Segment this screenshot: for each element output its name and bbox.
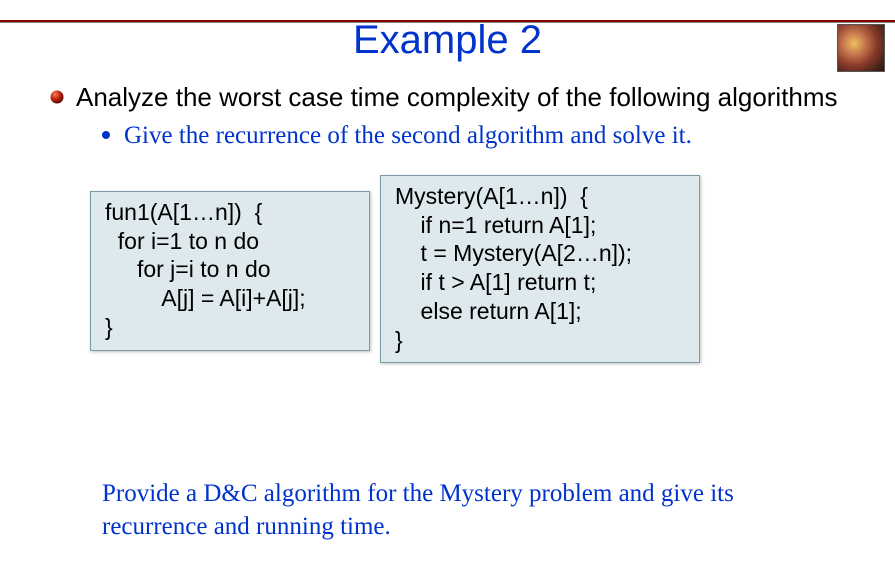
footer-instruction: Provide a D&C algorithm for the Mystery …	[102, 478, 842, 543]
slide-content: Analyze the worst case time complexity o…	[0, 63, 895, 385]
code-box-mystery: Mystery(A[1…n]) { if n=1 return A[1]; t …	[380, 175, 700, 364]
sphere-bullet-icon	[50, 90, 64, 104]
header-divider	[0, 20, 895, 22]
bullet-item-1: Analyze the worst case time complexity o…	[50, 81, 855, 114]
slide-title: Example 2	[0, 18, 895, 63]
sub-bullet-text-1: Give the recurrence of the second algori…	[124, 120, 692, 151]
disc-bullet-icon	[102, 131, 110, 139]
code-area: fun1(A[1…n]) { for i=1 to n do for j=i t…	[50, 175, 855, 385]
code-box-fun1: fun1(A[1…n]) { for i=1 to n do for j=i t…	[90, 191, 370, 351]
sub-bullet-item-1: Give the recurrence of the second algori…	[102, 120, 855, 151]
bullet-text-1: Analyze the worst case time complexity o…	[76, 81, 838, 114]
decorative-fractal-image	[837, 24, 885, 72]
